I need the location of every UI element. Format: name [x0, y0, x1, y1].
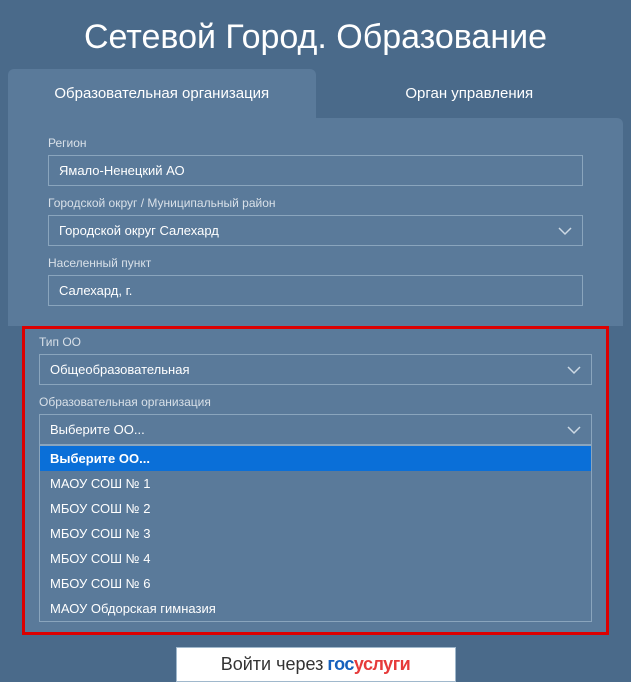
- ootype-select[interactable]: Общеобразовательная: [39, 354, 592, 385]
- page-title: Сетевой Город. Образование: [0, 0, 631, 69]
- chevron-down-icon: [567, 365, 581, 375]
- settlement-label: Населенный пункт: [48, 256, 583, 270]
- district-value: Городской округ Салехард: [59, 223, 219, 238]
- login-gosuslugi-button[interactable]: Войти через госуслуги: [176, 647, 456, 682]
- dropdown-option[interactable]: МБОУ СОШ № 2: [40, 496, 591, 521]
- district-select[interactable]: Городской округ Салехард: [48, 215, 583, 246]
- dropdown-option[interactable]: МБОУ СОШ № 4: [40, 546, 591, 571]
- dropdown-option[interactable]: МБОУ СОШ № 6: [40, 571, 591, 596]
- dropdown-option[interactable]: МАОУ Обдорская гимназия: [40, 596, 591, 621]
- org-select[interactable]: Выберите ОО...: [39, 414, 592, 445]
- form-panel: Регион Ямало-Ненецкий АО Городской округ…: [8, 118, 623, 326]
- org-dropdown-list: Выберите ОО... МАОУ СОШ № 1 МБОУ СОШ № 2…: [39, 445, 592, 622]
- settlement-select[interactable]: Салехард, г.: [48, 275, 583, 306]
- region-label: Регион: [48, 136, 583, 150]
- chevron-down-icon: [558, 226, 572, 236]
- tabs: Образовательная организация Орган управл…: [0, 69, 631, 118]
- org-label: Образовательная организация: [39, 395, 592, 409]
- login-pre-text: Войти через: [221, 654, 324, 675]
- dropdown-option[interactable]: Выберите ОО...: [40, 446, 591, 471]
- gosuslugi-logo: госуслуги: [327, 654, 410, 675]
- district-label: Городской округ / Муниципальный район: [48, 196, 583, 210]
- chevron-down-icon: [567, 425, 581, 435]
- settlement-value: Салехард, г.: [59, 283, 132, 298]
- ootype-label: Тип ОО: [39, 335, 592, 349]
- dropdown-option[interactable]: МАОУ СОШ № 1: [40, 471, 591, 496]
- highlight-box: Тип ОО Общеобразовательная Образовательн…: [22, 326, 609, 635]
- region-value: Ямало-Ненецкий АО: [59, 163, 185, 178]
- ootype-value: Общеобразовательная: [50, 362, 190, 377]
- tab-educational-org[interactable]: Образовательная организация: [8, 69, 316, 118]
- dropdown-option[interactable]: МБОУ СОШ № 3: [40, 521, 591, 546]
- tab-management-body[interactable]: Орган управления: [316, 69, 624, 118]
- region-select[interactable]: Ямало-Ненецкий АО: [48, 155, 583, 186]
- org-value: Выберите ОО...: [50, 422, 145, 437]
